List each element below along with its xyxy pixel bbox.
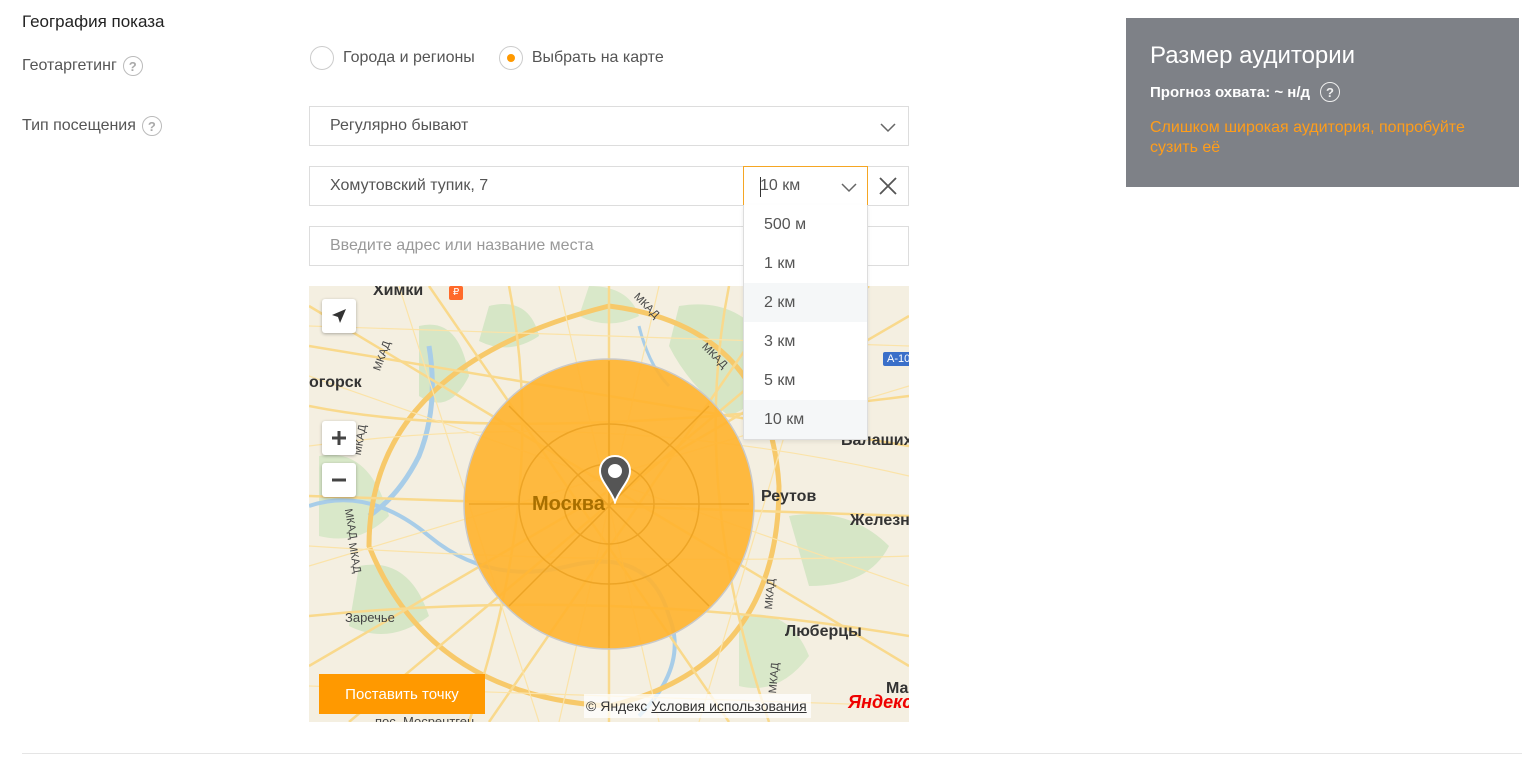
radio-cities-regions[interactable]: Города и регионы <box>310 46 475 70</box>
radius-option[interactable]: 500 м <box>744 205 867 244</box>
visit-type-label: Тип посещения <box>22 117 136 134</box>
radius-value: 10 км <box>760 177 801 194</box>
radius-option-selected[interactable]: 10 км <box>744 400 867 439</box>
radius-option[interactable]: 5 км <box>744 361 867 400</box>
radius-option[interactable]: 1 км <box>744 244 867 283</box>
audience-forecast-row: Прогноз охвата: ~ н/д ? <box>1150 82 1495 102</box>
yandex-logo: Яндекс <box>848 692 909 712</box>
audience-panel: Размер аудитории Прогноз охвата: ~ н/д ?… <box>1126 18 1519 187</box>
help-icon[interactable]: ? <box>1320 82 1341 102</box>
highway-badge: А-10 <box>883 352 909 366</box>
radio-checked-icon[interactable] <box>498 46 523 70</box>
map-copyright: © Яндекс Условия использования <box>584 694 811 718</box>
audience-warning: Слишком широкая аудитория, попробуйте су… <box>1150 119 1465 156</box>
map-label-reutov: Реутов <box>761 488 817 505</box>
radio-select-on-map[interactable]: Выбрать на карте <box>498 46 664 70</box>
plus-icon <box>332 431 346 445</box>
close-icon[interactable] <box>876 174 900 198</box>
audience-forecast: Прогноз охвата: ~ н/д <box>1150 83 1311 101</box>
radius-dropdown: 500 м 1 км 2 км 3 км 5 км 10 км <box>743 205 868 440</box>
map-label-khimki: Химки <box>373 286 424 299</box>
copyright-text: © Яндекс <box>586 698 648 714</box>
map-label-lyubertsy: Люберцы <box>785 623 862 640</box>
visit-type-label-row: Тип посещения ? <box>22 116 162 136</box>
radio-label: Города и регионы <box>343 49 475 66</box>
geolocation-button[interactable] <box>322 299 356 333</box>
radius-option[interactable]: 2 км <box>744 283 867 322</box>
map-pin-icon[interactable] <box>597 454 633 504</box>
visit-type-select[interactable]: Регулярно бывают <box>309 106 909 146</box>
terms-link[interactable]: Условия использования <box>651 698 806 714</box>
zoom-in-button[interactable] <box>322 421 356 455</box>
help-icon[interactable]: ? <box>122 56 143 76</box>
geotargeting-label-row: Геотаргетинг ? <box>22 56 143 76</box>
radio-label: Выбрать на карте <box>531 49 664 66</box>
location-arrow-icon <box>332 309 346 323</box>
audience-title: Размер аудитории <box>1150 42 1356 69</box>
section-title: География показа <box>22 12 165 31</box>
radius-option[interactable]: 3 км <box>744 322 867 361</box>
chevron-down-icon <box>880 123 896 133</box>
minus-icon <box>332 478 346 482</box>
map-label-zheleznodorozhny: Железн <box>850 512 909 529</box>
map-label-zarechye: Заречье <box>345 610 395 625</box>
place-point-button[interactable]: Поставить точку <box>319 674 485 714</box>
chevron-down-icon <box>841 183 857 193</box>
radius-select[interactable]: 10 км <box>743 166 868 206</box>
visit-type-value: Регулярно бывают <box>330 117 469 134</box>
map-label-dolgoprudny: огорск <box>309 374 362 391</box>
geotargeting-label: Геотаргетинг <box>22 57 117 74</box>
text-cursor <box>760 177 761 197</box>
map-label-mosrentgen: пос. Мосрентген <box>375 714 475 722</box>
radio-unchecked-icon[interactable] <box>310 46 334 70</box>
geotargeting-radio-group: Города и регионы Выбрать на карте <box>310 46 664 70</box>
divider <box>22 753 1522 754</box>
map-label-moscow: Москва <box>532 493 605 515</box>
metro-icon: ₽ <box>449 286 463 300</box>
address-value: Хомутовский тупик, 7 <box>330 177 489 194</box>
zoom-out-button[interactable] <box>322 463 356 497</box>
help-icon[interactable]: ? <box>141 116 162 136</box>
